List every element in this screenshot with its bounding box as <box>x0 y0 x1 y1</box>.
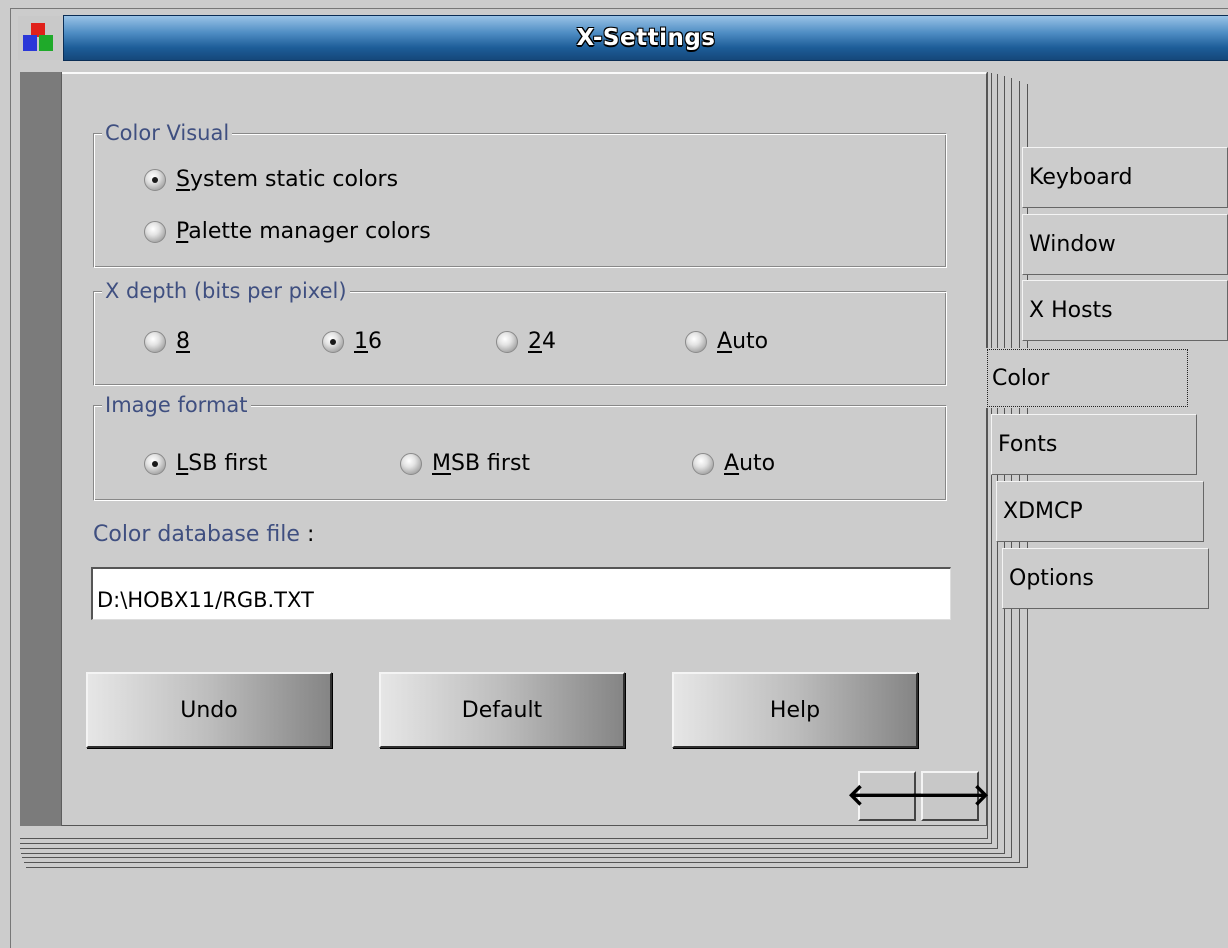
help-button[interactable]: Help <box>672 672 918 748</box>
tab-window[interactable]: Window <box>1022 214 1228 275</box>
radio-label: 8 <box>176 329 190 354</box>
radio-selected-icon <box>144 169 166 191</box>
radio-label: Auto <box>724 451 776 476</box>
radio-label: Auto <box>717 329 769 354</box>
arrow-right-icon: 🡒 <box>909 778 991 813</box>
window-title: X-Settings <box>576 25 716 51</box>
radio-label: LSB first <box>176 451 268 476</box>
color-database-label: Color database file : <box>93 522 315 547</box>
radio-unselected-icon <box>692 453 714 475</box>
previous-page-button[interactable]: 🡐 <box>847 771 927 821</box>
msb-first-radio[interactable]: MSB first <box>400 451 530 477</box>
title-bar[interactable]: X-Settings <box>63 15 1228 61</box>
depth-8-radio[interactable]: 8 <box>144 329 190 355</box>
radio-label: MSB first <box>432 451 531 476</box>
tab-keyboard[interactable]: Keyboard <box>1022 147 1228 208</box>
radio-unselected-icon <box>496 331 518 353</box>
depth-24-radio[interactable]: 24 <box>496 329 556 355</box>
radio-unselected-icon <box>144 331 166 353</box>
radio-label: Palette manager colors <box>176 219 431 244</box>
color-database-file-input[interactable] <box>91 567 951 620</box>
default-button[interactable]: Default <box>379 672 625 748</box>
undo-button[interactable]: Undo <box>86 672 332 748</box>
image-format-legend: Image format <box>102 392 251 418</box>
radio-unselected-icon <box>400 453 422 475</box>
radio-label: 24 <box>528 329 556 354</box>
radio-selected-icon <box>144 453 166 475</box>
tab-fonts[interactable]: Fonts <box>991 414 1197 475</box>
color-visual-legend: Color Visual <box>102 120 233 146</box>
system-menu-button[interactable] <box>18 16 62 60</box>
format-auto-radio[interactable]: Auto <box>692 451 775 477</box>
depth-auto-radio[interactable]: Auto <box>685 329 768 355</box>
notebook-binding <box>20 72 62 826</box>
image-format-group: Image format LSB first MSB first Auto <box>93 392 947 501</box>
tab-xdmcp[interactable]: XDMCP <box>996 481 1204 542</box>
lsb-first-radio[interactable]: LSB first <box>144 451 267 477</box>
x-depth-legend: X depth (bits per pixel) <box>102 278 350 304</box>
depth-16-radio[interactable]: 16 <box>322 329 382 355</box>
tab-options[interactable]: Options <box>1002 548 1209 609</box>
radio-unselected-icon <box>685 331 707 353</box>
tab-color[interactable]: Color <box>986 348 1189 408</box>
x-depth-group: X depth (bits per pixel) 8 16 24 Auto <box>93 278 947 386</box>
radio-label: System static colors <box>176 167 399 192</box>
system-static-colors-radio[interactable]: System static colors <box>144 167 398 193</box>
radio-unselected-icon <box>144 221 166 243</box>
color-visual-group: Color Visual System static colors Palett… <box>93 120 947 268</box>
radio-selected-icon <box>322 331 344 353</box>
radio-label: 16 <box>354 329 382 354</box>
tab-x-hosts[interactable]: X Hosts <box>1022 280 1228 341</box>
palette-manager-colors-radio[interactable]: Palette manager colors <box>144 219 431 245</box>
colored-blocks-icon <box>23 23 57 53</box>
next-page-button[interactable]: 🡒 <box>910 771 990 821</box>
